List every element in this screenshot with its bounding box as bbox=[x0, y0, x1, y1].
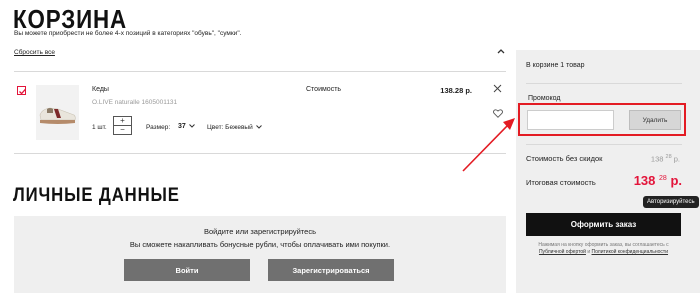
size-value: 37 bbox=[178, 123, 186, 130]
auth-heading: Войдите или зарегистрируйтесь bbox=[203, 227, 316, 236]
total-cents: 28 bbox=[659, 175, 667, 182]
checkout-button[interactable]: Оформить заказ bbox=[526, 213, 681, 236]
subtotal-main: 138 bbox=[650, 154, 664, 164]
product-name[interactable]: Кеды bbox=[92, 86, 109, 93]
login-badge[interactable]: Авторизируйтесь bbox=[643, 196, 699, 208]
increment-button[interactable]: + bbox=[114, 116, 131, 125]
size-label: Размер: bbox=[146, 124, 171, 131]
legal-prefix: Нажимая на кнопку оформить заказ, вы сог… bbox=[538, 242, 669, 248]
promo-code-input[interactable] bbox=[527, 110, 614, 130]
quantity-label: 1 шт. bbox=[92, 124, 107, 131]
total-label: Итоговая стоимость bbox=[526, 178, 596, 187]
divider bbox=[14, 153, 506, 154]
order-summary-panel bbox=[516, 50, 700, 293]
legal-and: и bbox=[587, 249, 591, 255]
promo-remove-button[interactable]: Удалить bbox=[629, 110, 681, 130]
total-value: 138 28 р. bbox=[600, 173, 682, 188]
subtotal-value: 138 28 р. bbox=[620, 154, 680, 164]
cost-label: Стоимость bbox=[306, 86, 342, 93]
legal-note: Нажимая на кнопку оформить заказ, вы сог… bbox=[526, 242, 681, 256]
divider bbox=[526, 144, 682, 145]
cart-count: В корзине 1 товар bbox=[526, 62, 585, 69]
chevron-down-icon bbox=[188, 124, 195, 130]
sneaker-icon bbox=[36, 85, 79, 140]
heart-icon[interactable] bbox=[493, 105, 503, 123]
divider bbox=[526, 83, 682, 84]
cart-limit-note: Вы можете приобрести не более 4-х позици… bbox=[14, 30, 242, 37]
size-select[interactable]: 37 bbox=[178, 123, 195, 130]
product-article: O.LIVE naturalle 1605001131 bbox=[92, 99, 178, 106]
login-button[interactable]: Войти bbox=[124, 259, 250, 281]
subtotal-currency: р. bbox=[673, 154, 680, 164]
decrement-button[interactable]: − bbox=[114, 125, 131, 134]
subtotal-cents: 28 bbox=[665, 154, 672, 160]
checkmark-icon bbox=[19, 88, 26, 95]
chevron-down-icon bbox=[255, 125, 262, 131]
offer-link[interactable]: Публичной офертой bbox=[539, 249, 586, 255]
color-select[interactable]: Цвет: Бежевый bbox=[207, 124, 262, 131]
item-price: 138.28 р. bbox=[440, 86, 472, 95]
register-button[interactable]: Зарегистрироваться bbox=[268, 259, 394, 281]
color-value: Цвет: Бежевый bbox=[207, 124, 253, 131]
quantity-stepper[interactable]: + − bbox=[113, 116, 132, 135]
total-main: 138 bbox=[633, 173, 656, 188]
item-select-checkbox[interactable] bbox=[17, 86, 26, 95]
close-icon[interactable] bbox=[493, 84, 502, 96]
privacy-link[interactable]: Политикой конфиденциальности bbox=[592, 249, 669, 255]
auth-description: Вы сможете накапливать бонусные рубли, ч… bbox=[129, 240, 391, 249]
total-currency: р. bbox=[670, 173, 682, 188]
chevron-up-icon[interactable] bbox=[497, 48, 505, 56]
product-image[interactable] bbox=[36, 85, 79, 140]
reset-all-link[interactable]: Сбросить все bbox=[14, 49, 55, 56]
section-title: ЛИЧНЫЕ ДАННЫЕ bbox=[13, 185, 180, 206]
promo-label: Промокод bbox=[528, 95, 561, 102]
divider bbox=[14, 71, 506, 72]
subtotal-label: Стоимость без скидок bbox=[526, 154, 603, 163]
